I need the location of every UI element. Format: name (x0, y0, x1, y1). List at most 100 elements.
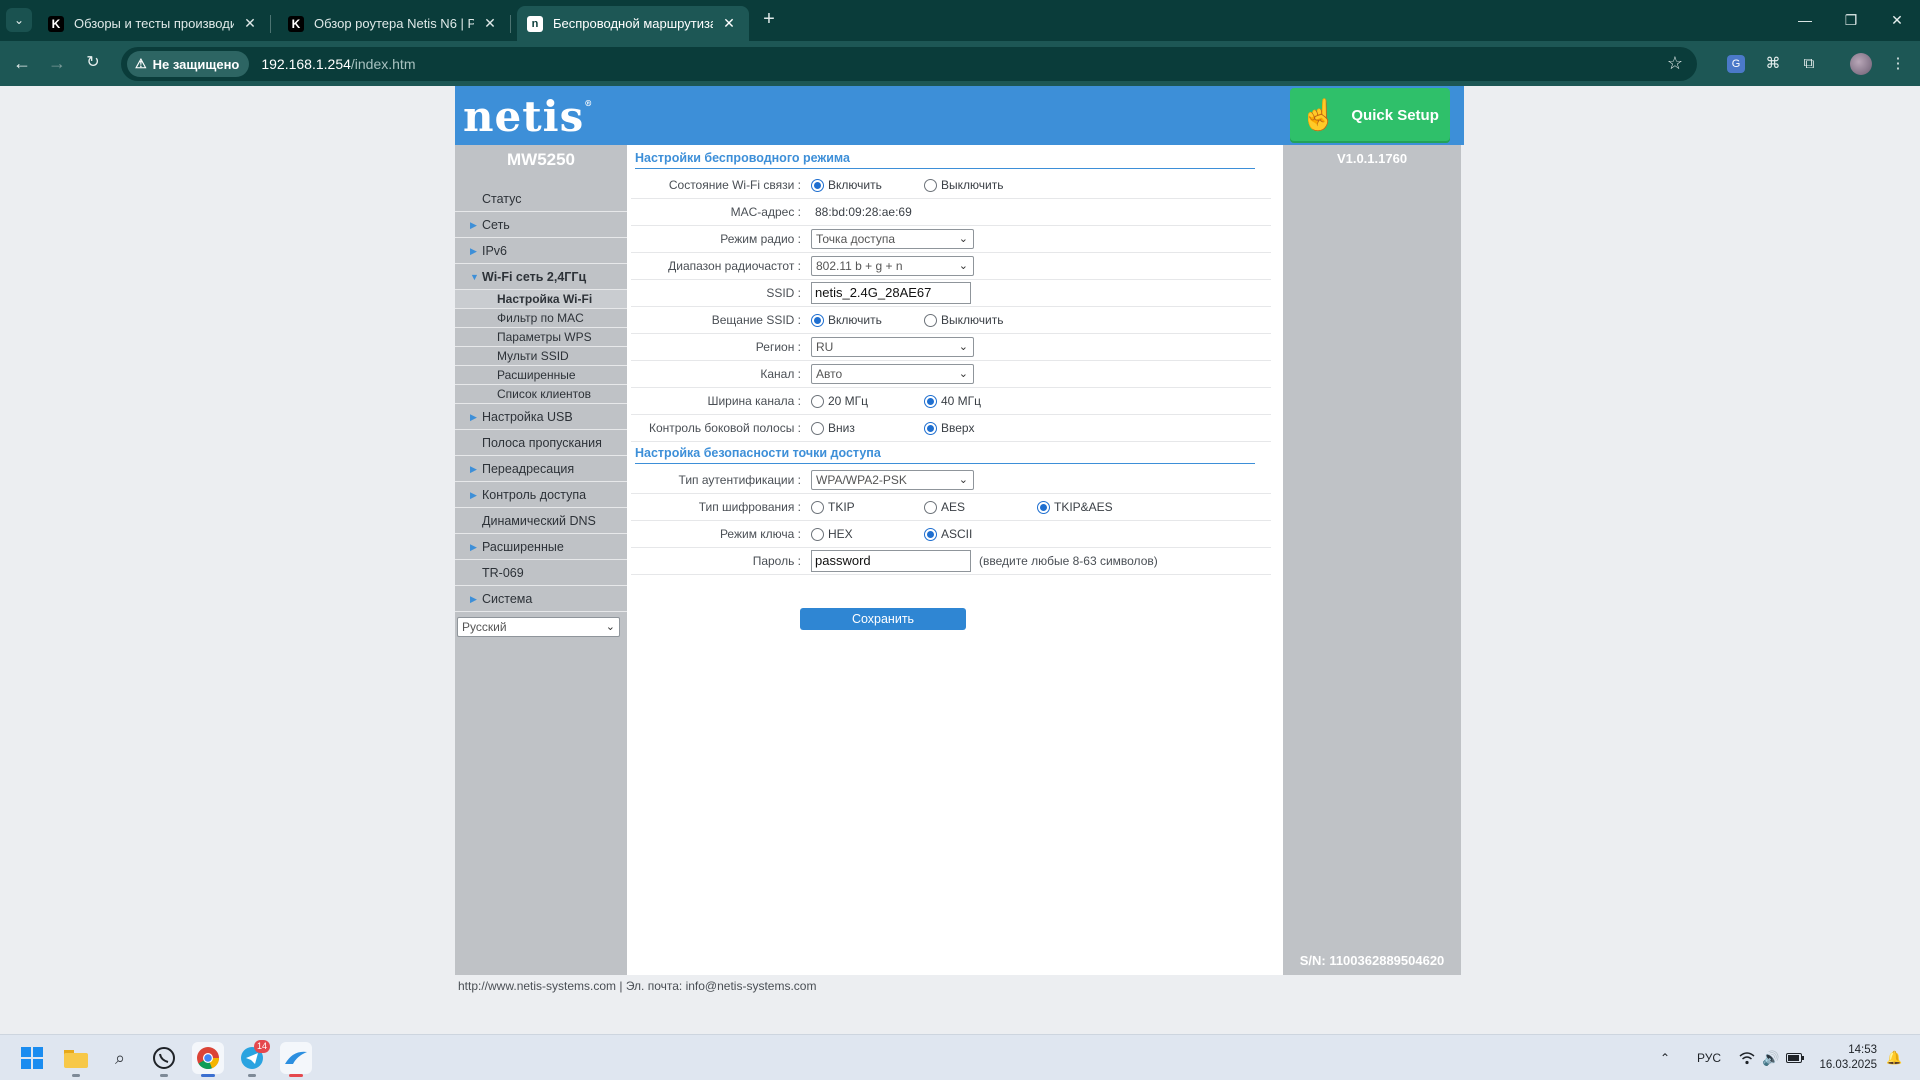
notification-bell-icon[interactable]: 🔔 (1886, 1035, 1902, 1080)
close-window-button[interactable]: ✕ (1874, 0, 1920, 41)
width-20-radio[interactable]: 20 МГц (811, 394, 924, 408)
sidebar-sub-wps[interactable]: Параметры WPS (455, 328, 627, 347)
file-explorer-icon[interactable] (60, 1042, 92, 1077)
tab-search-button[interactable]: ⌄ (6, 8, 32, 32)
router-header: netis® ☝ Quick Setup (455, 86, 1464, 145)
back-button[interactable]: ← (8, 50, 36, 78)
sidebar-item-tr069[interactable]: TR-069 (455, 560, 627, 586)
sidebar-sub-advanced[interactable]: Расширенные (455, 366, 627, 385)
sidebar-item-status[interactable]: Статус (455, 186, 627, 212)
broadcast-off-radio[interactable]: Выключить (924, 313, 1003, 327)
sidebar-sub-multi-ssid[interactable]: Мульти SSID (455, 347, 627, 366)
sidebar-sub-wifi-settings[interactable]: Настройка Wi-Fi (455, 290, 627, 309)
band-select[interactable]: 802.11 b + g + n ⌄ (811, 256, 974, 276)
sidebar-item-ipv6[interactable]: ▶ IPv6 (455, 238, 627, 264)
whatsapp-icon[interactable] (148, 1042, 180, 1077)
security-chip[interactable]: ⚠ Не защищено (127, 51, 250, 77)
url-text[interactable]: 192.168.1.254/index.htm (261, 56, 415, 72)
wifi-on-radio[interactable]: Включить (811, 178, 924, 192)
battery-icon[interactable] (1786, 1035, 1804, 1080)
key-hex-radio[interactable]: HEX (811, 527, 924, 541)
auth-type-select[interactable]: WPA/WPA2-PSK ⌄ (811, 470, 974, 490)
chrome-icon[interactable] (192, 1042, 224, 1077)
search-app-icon[interactable]: ⌕ (104, 1042, 136, 1074)
channel-select[interactable]: Авто ⌄ (811, 364, 974, 384)
tab-favicon-k: K (48, 15, 64, 32)
channel-width-label: Ширина канала : (707, 394, 801, 408)
cipher-aes-radio[interactable]: AES (924, 500, 1037, 514)
chevron-down-icon: ⌄ (958, 368, 968, 380)
translate-icon[interactable]: G (1727, 55, 1745, 73)
region-select[interactable]: RU ⌄ (811, 337, 974, 357)
arrow-right-icon: ▶ (470, 594, 477, 604)
password-input[interactable]: password (811, 550, 971, 572)
app-icon[interactable] (280, 1042, 312, 1077)
browser-menu-icon[interactable]: ⋮ (1885, 51, 1911, 77)
main-panel: Настройки беспроводного режима Состояние… (627, 145, 1283, 975)
row-channel-width: Ширина канала : 20 МГц 40 МГц (631, 388, 1271, 415)
tab-router-active[interactable]: n Беспроводной маршрутизатор ✕ (517, 6, 749, 41)
sidebar-sub-client-list[interactable]: Список клиентов (455, 385, 627, 404)
row-mac: MAC-адрес : 88:bd:09:28:ae:69 (631, 199, 1271, 226)
language-select[interactable]: Русский ⌄ (457, 617, 620, 637)
sidebar-item-system[interactable]: ▶ Система (455, 586, 627, 612)
address-bar[interactable]: ⚠ Не защищено 192.168.1.254/index.htm ☆ (121, 47, 1697, 81)
right-sidebar: V1.0.1.1760 S/N: 1100362889504620 (1283, 145, 1461, 975)
minimize-button[interactable]: — (1782, 0, 1828, 41)
row-key-mode: Режим ключа : HEX ASCII (631, 521, 1271, 548)
input-language[interactable]: РУС (1697, 1035, 1721, 1080)
new-tab-button[interactable]: + (757, 8, 781, 32)
wifi-off-radio[interactable]: Выключить (924, 178, 1003, 192)
bookmark-star-icon[interactable]: ☆ (1667, 53, 1683, 74)
restore-button[interactable]: ❐ (1828, 0, 1874, 41)
tab-title: Обзоры и тесты производите (74, 16, 234, 31)
extensions-puzzle-icon[interactable]: ⧉ (1796, 51, 1822, 77)
tray-overflow-icon[interactable]: ⌃ (1660, 1035, 1670, 1080)
sidebar-item-forwarding[interactable]: ▶ Переадресация (455, 456, 627, 482)
telegram-icon[interactable]: 14 (236, 1040, 270, 1077)
sidebar-item-wifi[interactable]: ▼ Wi-Fi сеть 2,4ГГц (455, 264, 627, 290)
ssid-input[interactable]: netis_2.4G_28AE67 (811, 282, 971, 304)
volume-icon[interactable]: 🔊 (1762, 1035, 1779, 1080)
broadcast-on-radio[interactable]: Включить (811, 313, 924, 327)
tab-close-icon[interactable]: ✕ (719, 15, 739, 32)
extension-icon[interactable]: ⌘ (1760, 51, 1786, 77)
telegram-badge: 14 (253, 1040, 270, 1053)
sidebar-item-access-control[interactable]: ▶ Контроль доступа (455, 482, 627, 508)
arrow-right-icon: ▶ (470, 464, 477, 474)
password-hint: (введите любые 8-63 символов) (979, 554, 1158, 568)
tab-favicon-k: K (288, 15, 304, 32)
reload-button[interactable]: ↻ (79, 50, 107, 78)
forward-button[interactable]: → (43, 50, 71, 78)
warning-icon: ⚠ (135, 56, 147, 71)
system-clock[interactable]: 14:53 16.03.2025 (1817, 1043, 1877, 1073)
serial-number: S/N: 1100362889504620 (1299, 953, 1445, 968)
chevron-down-icon: ⌄ (958, 341, 968, 353)
tab-reviews[interactable]: K Обзоры и тесты производите ✕ (38, 6, 271, 41)
wifi-icon[interactable] (1739, 1035, 1755, 1080)
sidebar-item-bandwidth[interactable]: Полоса пропускания (455, 430, 627, 456)
cipher-tkip-aes-radio[interactable]: TKIP&AES (1037, 500, 1113, 514)
cipher-tkip-radio[interactable]: TKIP (811, 500, 924, 514)
profile-avatar[interactable] (1850, 53, 1872, 75)
quick-setup-button[interactable]: ☝ Quick Setup (1290, 88, 1450, 143)
tab-close-icon[interactable]: ✕ (480, 15, 500, 32)
save-button[interactable]: Сохранить (800, 608, 966, 630)
sidebar-item-usb[interactable]: ▶ Настройка USB (455, 404, 627, 430)
clock-date: 16.03.2025 (1819, 1059, 1877, 1071)
tab-netis-n6-review[interactable]: K Обзор роутера Netis N6 | Роут ✕ (278, 6, 511, 41)
key-ascii-radio[interactable]: ASCII (924, 527, 972, 541)
start-windows-icon[interactable] (16, 1042, 48, 1074)
arrow-right-icon: ▶ (470, 490, 477, 500)
sideband-down-radio[interactable]: Вниз (811, 421, 924, 435)
sidebar-item-network[interactable]: ▶ Сеть (455, 212, 627, 238)
radio-mode-select[interactable]: Точка доступа ⌄ (811, 229, 974, 249)
url-host: 192.168.1.254 (261, 56, 351, 72)
sidebar-sub-mac-filter[interactable]: Фильтр по MAC (455, 309, 627, 328)
sidebar-item-ddns[interactable]: Динамический DNS (455, 508, 627, 534)
password-label: Пароль : (752, 554, 801, 568)
tab-close-icon[interactable]: ✕ (240, 15, 260, 32)
sideband-up-radio[interactable]: Вверх (924, 421, 974, 435)
width-40-radio[interactable]: 40 МГц (924, 394, 981, 408)
sidebar-item-advanced[interactable]: ▶ Расширенные (455, 534, 627, 560)
